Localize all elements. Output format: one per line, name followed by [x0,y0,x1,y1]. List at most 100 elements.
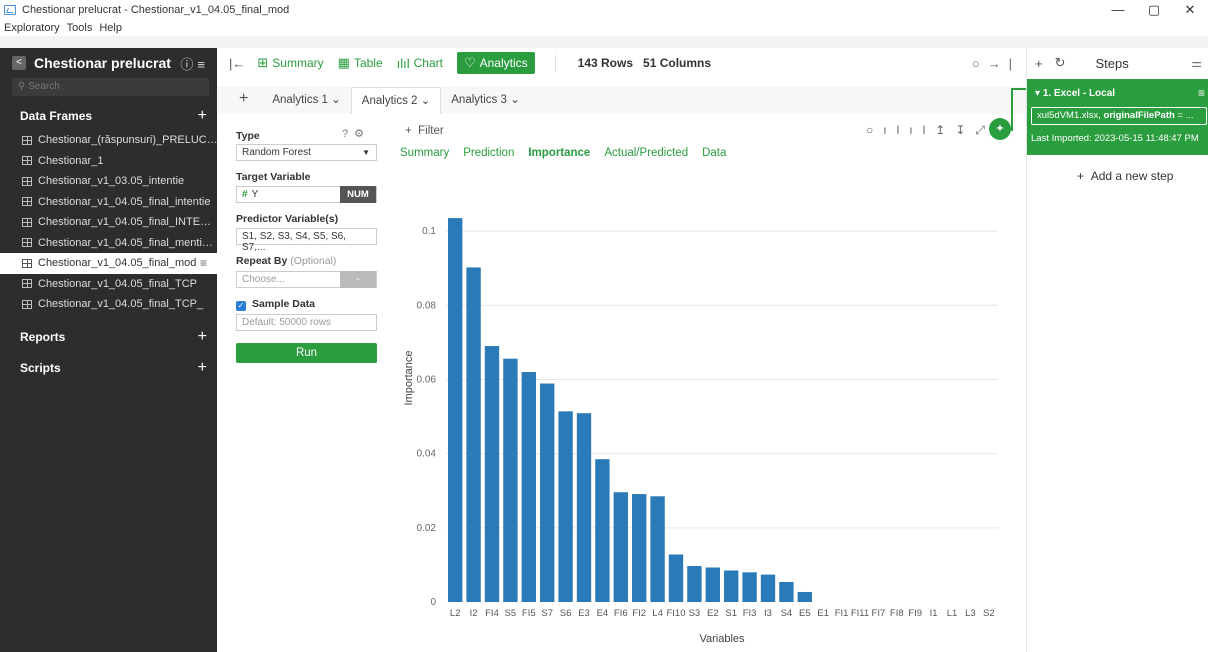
comment-icon[interactable]: ○ [972,56,988,71]
add-step-icon[interactable]: + [1035,56,1043,71]
bar [724,570,739,602]
reports-label: Reports [20,329,66,344]
settings-sliders-icon[interactable]: ⚌ [1191,56,1202,70]
menu-tools[interactable]: Tools [67,22,93,34]
bar [687,566,702,602]
data-frame-item[interactable]: Chestionar_v1_04.05_final_INTE… [0,212,217,233]
app-icon [4,5,16,15]
window-title: Chestionar prelucrat - Chestionar_v1_04.… [22,4,290,16]
data-frame-label: Chestionar_v1_04.05_final_TCP_ [38,298,204,311]
collapse-sidebar-icon[interactable]: |← [229,56,245,71]
menu-exploratory[interactable]: Exploratory [4,22,60,34]
tab-table[interactable]: ▦ Table [338,55,383,71]
data-frame-item[interactable]: Chestionar_v1_04.05_final_mod ≡ [0,253,217,274]
tab-chart[interactable]: ılıl Chart [397,56,443,71]
bar [448,218,463,602]
menu-help[interactable]: Help [99,22,122,34]
repeat-by-select[interactable]: Choose... - [236,271,377,288]
tab-table-label: Table [353,56,383,70]
add-data-frame-icon[interactable]: + [198,107,207,125]
data-frame-label: Chestionar_v1_03.05_intentie [38,175,185,188]
type-label: Type [236,130,260,142]
back-icon[interactable]: < [12,56,26,70]
x-tick-label: L2 [450,608,461,619]
close-button[interactable]: ✕ [1172,0,1208,20]
info-icon[interactable]: ⓘ [180,57,197,72]
step-excel-local[interactable]: ▾ 1. Excel - Local ≡ xul5dVM1.xlsx, orig… [1027,79,1208,155]
collapse-steps-icon[interactable]: →| [988,56,1020,71]
x-tick-label: FI9 [908,608,922,619]
table-icon [22,238,32,248]
y-tick-label: 0.1 [422,226,436,237]
add-report-icon[interactable]: + [198,328,207,346]
bar [484,346,500,602]
predictor-select[interactable]: S1, S2, S3, S4, S5, S6, S7,... [236,228,377,253]
target-variable-select[interactable]: # Y NUM [236,186,377,203]
data-frames-section: Data Frames + [0,102,217,130]
x-tick-label: S4 [781,608,793,619]
table-icon: ▦ [337,55,350,70]
chevron-down-icon: ⌄ [420,95,431,107]
tab-summary[interactable]: ⊞ Summary [257,55,323,71]
add-script-icon[interactable]: + [198,359,207,377]
search-placeholder: Search [28,81,60,92]
bar [613,492,628,602]
sidebar-search-input[interactable]: ⚲ Search [12,78,209,96]
repeat-by-label: Repeat By (Optional) [236,255,336,267]
minimize-button[interactable]: — [1100,0,1136,20]
bar [705,567,720,602]
tab-analytics[interactable]: ♡ Analytics [456,52,535,74]
data-frame-menu-icon[interactable]: ≡ [200,256,207,270]
refresh-icon[interactable]: ↻ [1055,55,1066,71]
step-command[interactable]: xul5dVM1.xlsx, originalFilePath = ... [1031,107,1207,125]
data-frame-item[interactable]: Chestionar_v1_04.05_final_TCP [0,274,217,295]
data-frame-label: Chestionar_1 [38,154,104,167]
y-tick-label: 0.04 [417,449,437,460]
data-frame-item[interactable]: Chestionar_v1_04.05_final_intentie [0,192,217,213]
type-select[interactable]: Random Forest ▼ [236,144,377,161]
sidebar: < Chestionar prelucrat ⓘ≡ ⚲ Search Data … [0,48,217,652]
tab-analytics-1[interactable]: Analytics 1 ⌄ [262,87,350,114]
top-strip [0,36,1208,48]
tab-analytics-3[interactable]: Analytics 3 ⌄ [441,87,529,114]
y-tick-label: 0.06 [417,374,437,385]
last-imported: Last Imported: 2023-05-15 11:48:47 PM [1031,133,1199,144]
gear-icon[interactable]: ⚙ [354,128,370,140]
search-icon: ⚲ [18,81,29,92]
x-axis-label: Variables [699,633,745,645]
run-button[interactable]: Run [236,343,377,363]
data-frame-item[interactable]: Chestionar_(răspunsuri)_PRELUC… [0,130,217,151]
x-tick-label: E4 [597,608,609,619]
toolbar-divider [554,55,556,71]
step-menu-icon[interactable]: ≡ [1198,86,1205,100]
add-analytics-icon[interactable]: + [239,90,248,108]
data-frame-item[interactable]: Chestionar_v1_03.05_intentie [0,171,217,192]
hamburger-menu-icon[interactable]: ≡ [197,57,209,72]
x-tick-label: L3 [965,608,976,619]
x-tick-label: S6 [560,608,572,619]
data-frame-item[interactable]: Chestionar_v1_04.05_final_menti… [0,233,217,254]
sample-size-input[interactable]: Default: 50000 rows [236,314,377,331]
data-frame-item[interactable]: Chestionar_1 [0,151,217,172]
data-frames-label: Data Frames [20,109,93,123]
bar-chart-icon: ılıl [396,55,410,71]
predictor-label: Predictor Variable(s) [236,213,339,225]
repeat-by-placeholder: Choose... [242,274,285,285]
add-new-step-label: Add a new step [1090,169,1174,183]
repeat-by-button[interactable]: - [340,271,376,288]
sample-data-checkbox[interactable]: ✓ Sample Data [236,298,315,311]
tab-analytics-2[interactable]: Analytics 2 ⌄ [350,87,442,114]
maximize-button[interactable]: ▢ [1136,0,1172,20]
x-tick-label: FI1 [835,608,849,619]
checkbox-checked-icon[interactable]: ✓ [236,301,246,311]
add-new-step-button[interactable]: + Add a new step [1077,169,1173,183]
data-frame-item[interactable]: Chestionar_v1_04.05_final_TCP_ [0,294,217,315]
tab-analytics-3-label: Analytics 3 [451,94,507,106]
step-command-param: originalFilePath [1103,110,1175,121]
table-icon [22,217,32,227]
lightbulb-icon: ♡ [463,55,476,70]
tab-chart-label: Chart [413,56,443,70]
help-icon[interactable]: ? [342,128,354,140]
sample-data-label: Sample Data [252,298,316,310]
x-tick-label: L4 [652,608,663,619]
